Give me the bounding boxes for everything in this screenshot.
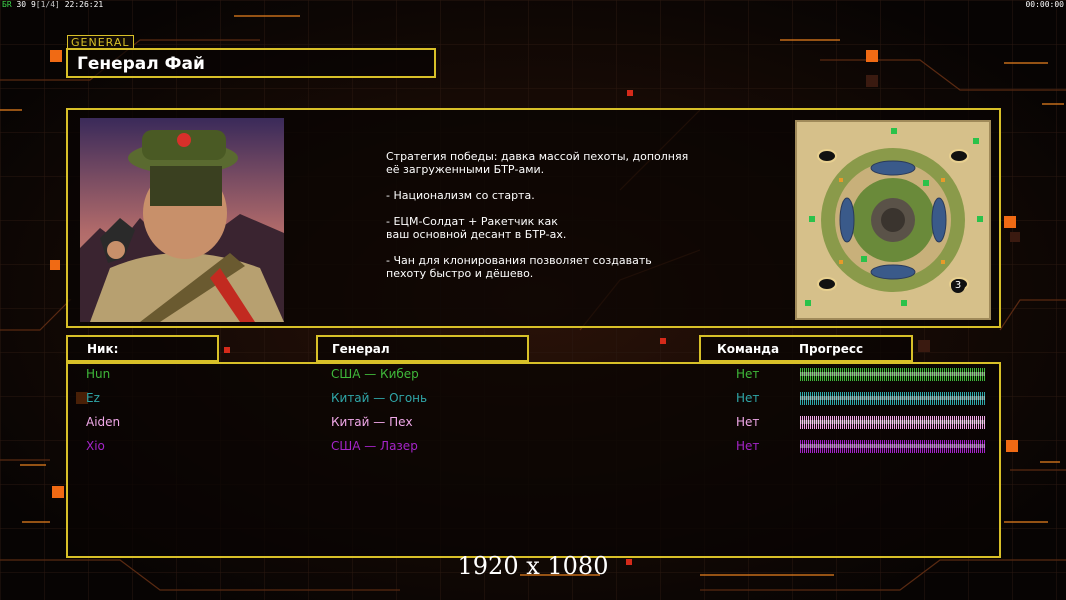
general-info-panel: Стратегия победы: давка массой пехоты, д… (66, 108, 1001, 328)
player-general: Китай — Пех (331, 415, 413, 429)
strategy-line: - ЕЦМ-Солдат + Ракетчик как ваш основной… (386, 215, 567, 241)
player-nick: Ez (86, 391, 100, 405)
player-progress-bar (800, 440, 985, 453)
player-general: США — Кибер (331, 367, 419, 381)
strategy-line: Стратегия победы: давка массой пехоты, д… (386, 150, 689, 176)
nick-header-label: Ник: (87, 342, 119, 356)
player-general: США — Лазер (331, 439, 418, 453)
player-team: Нет (736, 391, 760, 405)
player-general: Китай — Огонь (331, 391, 428, 405)
hud-label: БR (2, 0, 12, 9)
team-header-label: Команда (717, 342, 780, 356)
player-team: Нет (736, 367, 760, 381)
player-nick: Aiden (86, 415, 121, 429)
map-player-count-label: 3 (951, 279, 965, 293)
resolution-label: 1920 x 1080 (457, 552, 609, 580)
fps-counter: БR 30 9[1/4] 22:26:21 (2, 0, 103, 10)
player-team: Нет (736, 439, 760, 453)
nick-column-header: Ник: (66, 335, 219, 362)
player-nick: Hun (86, 367, 111, 381)
strategy-description: Стратегия победы: давка массой пехоты, д… (386, 150, 726, 293)
hud-value-c: [1/4] (35, 0, 60, 9)
team-progress-column-header: Команда Прогресс (699, 335, 913, 362)
player-progress-bar (800, 368, 985, 381)
general-header-label: Генерал (332, 342, 390, 356)
map-preview: 3 (795, 120, 991, 320)
general-column-header: Генерал (316, 335, 529, 362)
player-nick: Xio (86, 439, 105, 453)
general-name: Генерал Фай (77, 54, 205, 74)
player-team: Нет (736, 415, 760, 429)
player-progress-bar (800, 416, 985, 429)
player-progress-bar (800, 392, 985, 405)
general-title-box: Генерал Фай (66, 48, 436, 78)
progress-header-label: Прогресс (799, 342, 864, 356)
general-portrait (80, 118, 284, 322)
hud-value-a: 30 (16, 0, 27, 9)
hud-clock: 22:26:21 (64, 0, 104, 9)
game-timer: 00:00:00 (1025, 0, 1064, 9)
strategy-line: - Чан для клонирования позволяет создава… (386, 254, 652, 280)
strategy-line: - Национализм со старта. (386, 189, 535, 202)
